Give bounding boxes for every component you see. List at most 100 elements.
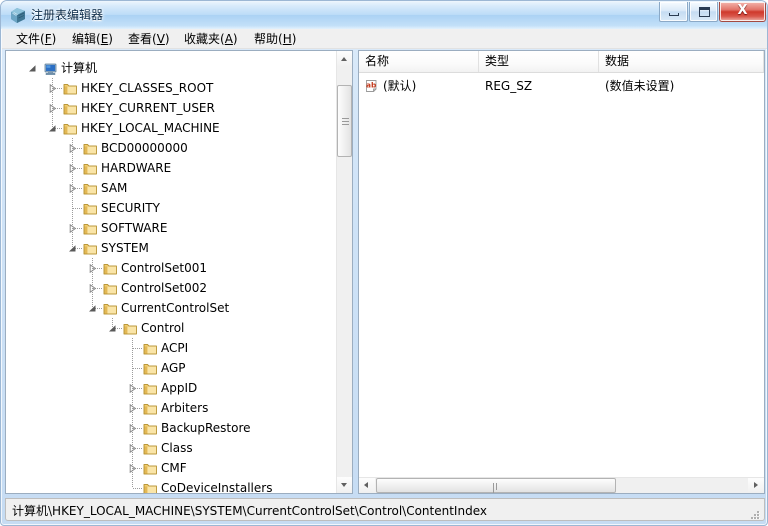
close-button[interactable]: X <box>719 2 766 22</box>
tree-node-label: CMF <box>161 461 187 475</box>
tree-node-label: BackupRestore <box>161 421 251 435</box>
menu-item-5[interactable]: 帮助(H) <box>250 31 300 47</box>
tree-node[interactable]: Arbiters <box>6 398 336 418</box>
tree-expander-expanded-icon[interactable] <box>108 324 117 333</box>
menu-accelerator: V <box>156 32 165 46</box>
column-header-label: 数据 <box>605 54 630 68</box>
tree-node[interactable]: ACPI <box>6 338 336 358</box>
folder-icon <box>83 141 98 155</box>
chevron-left-icon <box>364 482 368 488</box>
menu-bar: 文件(F) 编辑(E) 查看(V) 收藏夹(A) 帮助(H) <box>2 29 767 49</box>
tree-node[interactable]: HKEY_LOCAL_MACHINE <box>6 118 336 138</box>
tree-node[interactable]: CMF <box>6 458 336 478</box>
tree-node[interactable]: SAM <box>6 178 336 198</box>
maximize-button[interactable] <box>689 2 718 22</box>
close-icon: X <box>737 3 748 18</box>
tree-node[interactable]: SYSTEM <box>6 238 336 258</box>
registry-values-pane: 名称 类型 数据 ab (默认) REG_SZ (数值未设置) <box>358 50 765 494</box>
string-value-icon: ab <box>364 78 380 94</box>
tree-node[interactable]: BCD00000000 <box>6 138 336 158</box>
menu-item-suffix: ) <box>291 32 297 46</box>
values-scroll-thumb[interactable] <box>376 478 616 493</box>
menu-item-label: 查看( <box>128 32 157 46</box>
tree-expander-expanded-icon[interactable] <box>88 304 97 313</box>
tree-node[interactable]: CurrentControlSet <box>6 298 336 318</box>
value-row[interactable]: ab (默认) REG_SZ (数值未设置) <box>359 77 764 95</box>
folder-icon <box>143 481 158 493</box>
column-header-1[interactable]: 名称 <box>359 51 479 72</box>
folder-icon <box>123 321 138 335</box>
tree-expander-collapsed-icon[interactable] <box>128 444 137 453</box>
tree-expander-collapsed-icon[interactable] <box>128 424 137 433</box>
column-header-3[interactable]: 数据 <box>599 51 764 72</box>
computer-icon <box>43 61 58 76</box>
registry-tree[interactable]: 计算机 HKEY_CLASSES_ROOT HKEY_CURRENT_USER HKE… <box>6 51 336 493</box>
tree-expander-expanded-icon[interactable] <box>68 244 77 253</box>
tree-node[interactable]: HKEY_CLASSES_ROOT <box>6 78 336 98</box>
column-header-2[interactable]: 类型 <box>479 51 599 72</box>
tree-node[interactable]: AGP <box>6 358 336 378</box>
tree-node[interactable]: Control <box>6 318 336 338</box>
tree-expander-expanded-icon[interactable] <box>48 124 57 133</box>
menu-item-3[interactable]: 查看(V) <box>124 31 174 47</box>
tree-expander-collapsed-icon[interactable] <box>128 404 137 413</box>
folder-icon <box>103 261 118 275</box>
folder-icon <box>143 341 158 355</box>
values-horizontal-scrollbar[interactable] <box>359 477 764 493</box>
tree-expander-collapsed-icon[interactable] <box>68 144 77 153</box>
menu-item-suffix: ) <box>164 32 170 46</box>
menu-item-suffix: ) <box>51 32 57 46</box>
window-title: 注册表编辑器 <box>31 8 104 22</box>
value-data: (数值未设置) <box>605 79 675 93</box>
menu-item-1[interactable]: 文件(F) <box>12 31 60 47</box>
tree-expander-collapsed-icon[interactable] <box>48 84 57 93</box>
tree-scroll-down-button[interactable] <box>337 477 352 493</box>
folder-icon <box>83 241 98 255</box>
registry-editor-window: 注册表编辑器 X 文件(F) 编辑(E) 查看(V) 收藏夹(A) 帮助(H) 计算机 H… <box>0 0 768 526</box>
minimize-button[interactable] <box>659 2 688 22</box>
tree-scroll-up-button[interactable] <box>337 51 352 67</box>
tree-node-label: HKEY_CLASSES_ROOT <box>81 81 214 95</box>
folder-icon <box>103 301 118 315</box>
tree-expander-collapsed-icon[interactable] <box>68 164 77 173</box>
tree-expander-collapsed-icon[interactable] <box>68 224 77 233</box>
tree-node[interactable]: Class <box>6 438 336 458</box>
values-scroll-right-button[interactable] <box>748 478 764 493</box>
tree-node[interactable]: SOFTWARE <box>6 218 336 238</box>
tree-node[interactable]: AppID <box>6 378 336 398</box>
chevron-up-icon <box>341 57 347 61</box>
tree-node[interactable]: ControlSet001 <box>6 258 336 278</box>
tree-expander-collapsed-icon[interactable] <box>128 464 137 473</box>
tree-node-label: BCD00000000 <box>101 141 188 155</box>
tree-expander-collapsed-icon[interactable] <box>48 104 57 113</box>
tree-node[interactable]: BackupRestore <box>6 418 336 438</box>
tree-node-label: CurrentControlSet <box>121 301 230 315</box>
tree-node[interactable]: ControlSet002 <box>6 278 336 298</box>
grip-icon <box>342 118 349 125</box>
tree-expander-collapsed-icon[interactable] <box>88 264 97 273</box>
tree-expander-collapsed-icon[interactable] <box>88 284 97 293</box>
menu-accelerator: H <box>282 32 292 46</box>
menu-item-suffix: ) <box>108 32 113 46</box>
tree-node[interactable]: 计算机 <box>6 58 336 78</box>
folder-icon <box>83 181 98 195</box>
title-bar[interactable]: 注册表编辑器 X <box>1 1 767 29</box>
tree-vertical-scrollbar[interactable] <box>336 51 352 493</box>
resize-grip-icon[interactable] <box>749 506 761 519</box>
chevron-down-icon <box>341 483 347 487</box>
folder-icon <box>63 101 78 115</box>
tree-node-label: HKEY_CURRENT_USER <box>81 101 215 115</box>
tree-node[interactable]: SECURITY <box>6 198 336 218</box>
column-header-label: 类型 <box>485 54 510 68</box>
menu-item-4[interactable]: 收藏夹(A) <box>180 31 242 47</box>
tree-scroll-thumb[interactable] <box>337 85 352 157</box>
tree-node-label: SAM <box>101 181 128 195</box>
menu-item-2[interactable]: 编辑(E) <box>68 31 117 47</box>
tree-expander-collapsed-icon[interactable] <box>128 384 137 393</box>
tree-expander-expanded-icon[interactable] <box>28 64 37 73</box>
tree-node[interactable]: HKEY_CURRENT_USER <box>6 98 336 118</box>
values-scroll-left-button[interactable] <box>359 478 375 493</box>
tree-node[interactable]: HARDWARE <box>6 158 336 178</box>
tree-expander-collapsed-icon[interactable] <box>68 184 77 193</box>
tree-node[interactable]: CoDeviceInstallers <box>6 478 336 493</box>
